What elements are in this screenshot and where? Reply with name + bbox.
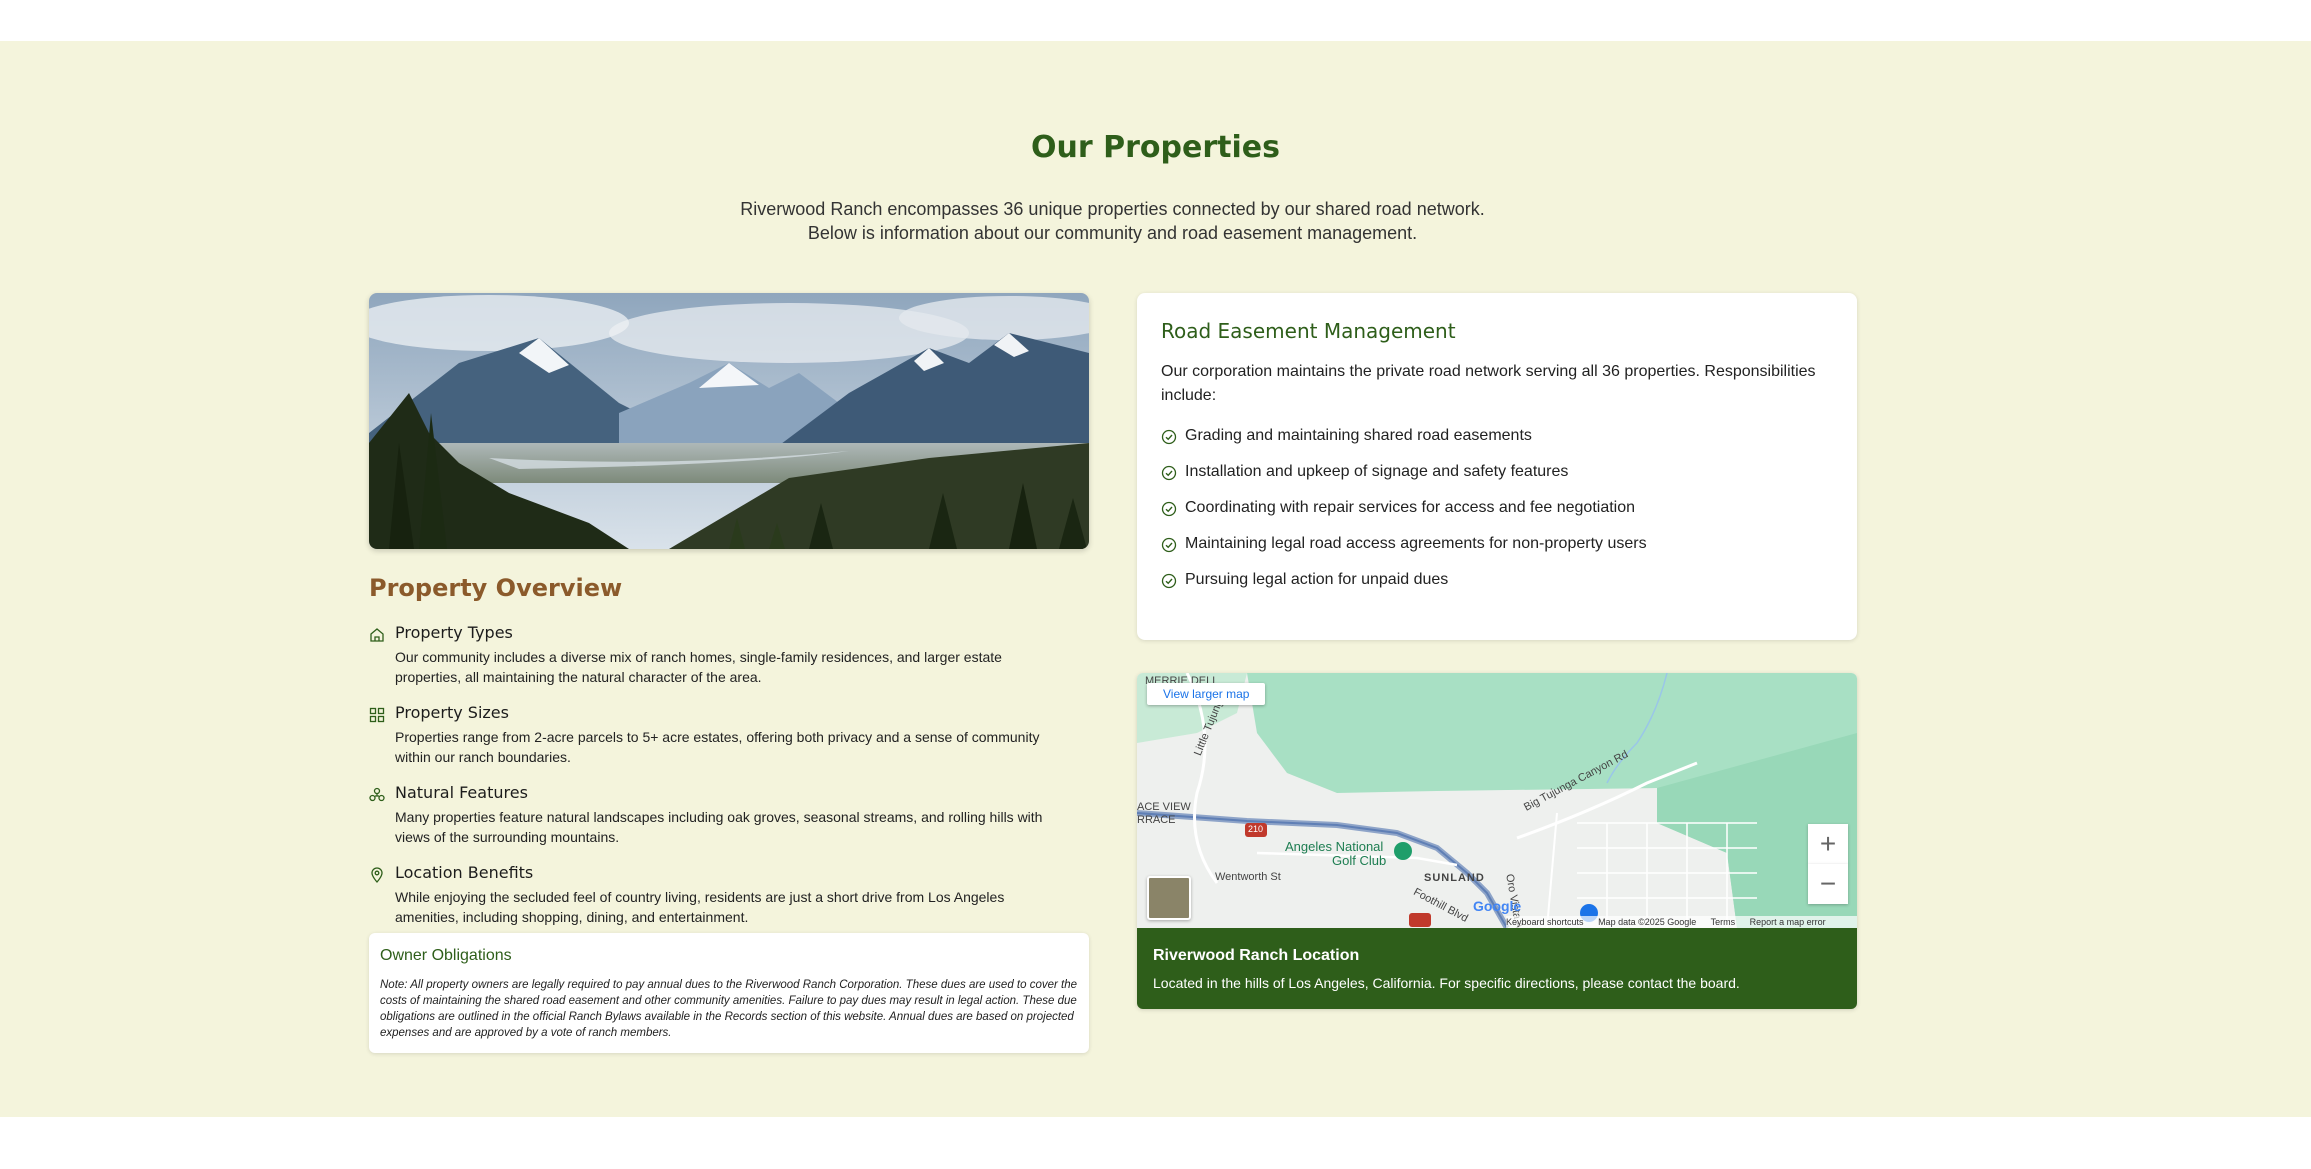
feature-title: Property Types	[395, 623, 513, 642]
report-error-link[interactable]: Report a map error	[1750, 917, 1826, 927]
section-intro: Riverwood Ranch encompasses 36 unique pr…	[740, 199, 1485, 243]
feature-title: Natural Features	[395, 783, 528, 802]
check-circle-icon	[1161, 573, 1177, 589]
map-card: ACE VIEW RRACE MERRIE DELL Angeles Natio…	[1137, 673, 1857, 1009]
map-data-text: Map data ©2025 Google	[1598, 917, 1697, 927]
feature-property-sizes: Property Sizes Properties range from 2-a…	[369, 703, 1089, 767]
obligations-note: Note: All property owners are legally re…	[380, 979, 1077, 1039]
feature-location-benefits: Location Benefits While enjoying the sec…	[369, 863, 1089, 927]
map-label: RRACE	[1137, 814, 1176, 826]
obligations-title: Owner Obligations	[380, 947, 512, 964]
overview-title: Property Overview	[369, 574, 623, 602]
map-pin-icon	[369, 867, 385, 883]
zoom-out-button[interactable]: −	[1808, 864, 1848, 904]
check-circle-icon	[1161, 465, 1177, 481]
feature-text: Our community includes a diverse mix of …	[395, 649, 1002, 685]
responsibility-text: Pursuing legal action for unpaid dues	[1185, 571, 1449, 588]
feature-text: While enjoying the secluded feel of coun…	[395, 889, 1005, 925]
highway-shield: 210	[1248, 824, 1264, 834]
section-title: Our Properties	[1031, 130, 1280, 165]
embedded-map[interactable]: ACE VIEW RRACE MERRIE DELL Angeles Natio…	[1137, 673, 1857, 928]
check-circle-icon	[1161, 501, 1177, 517]
map-footer-text: Located in the hills of Los Angeles, Cal…	[1153, 975, 1740, 991]
responsibility-item: Installation and upkeep of signage and s…	[1161, 461, 1833, 485]
road-easement-card: Road Easement Management Our corporation…	[1137, 293, 1857, 640]
satellite-toggle[interactable]	[1147, 876, 1191, 920]
zoom-in-button[interactable]: +	[1808, 824, 1848, 864]
road-easement-title: Road Easement Management	[1161, 319, 1456, 343]
responsibility-item: Maintaining legal road access agreements…	[1161, 533, 1833, 557]
map-label: ACE VIEW	[1137, 801, 1191, 813]
map-label: SUNLAND	[1424, 872, 1485, 884]
map-footer-title: Riverwood Ranch Location	[1153, 947, 1360, 964]
responsibility-item: Grading and maintaining shared road ease…	[1161, 425, 1833, 449]
terms-link[interactable]: Terms	[1711, 917, 1736, 927]
road-easement-description: Our corporation maintains the private ro…	[1161, 363, 1816, 404]
feature-title: Location Benefits	[395, 863, 534, 882]
grid-icon	[369, 707, 385, 723]
check-circle-icon	[1161, 537, 1177, 553]
map-label: Golf Club	[1332, 853, 1387, 868]
map-label: Angeles National	[1285, 839, 1384, 854]
map-label: Wentworth St	[1215, 871, 1281, 883]
feature-title: Property Sizes	[395, 703, 509, 722]
responsibility-item: Pursuing legal action for unpaid dues	[1161, 569, 1833, 593]
responsibility-text: Maintaining legal road access agreements…	[1185, 535, 1647, 552]
responsibility-item: Coordinating with repair services for ac…	[1161, 497, 1833, 521]
feature-natural-features: Natural Features Many properties feature…	[369, 783, 1089, 847]
responsibility-text: Installation and upkeep of signage and s…	[1185, 463, 1569, 480]
keyboard-shortcuts-link[interactable]: Keyboard shortcuts	[1506, 917, 1584, 927]
feature-text: Many properties feature natural landscap…	[395, 809, 1043, 845]
responsibility-text: Grading and maintaining shared road ease…	[1185, 427, 1532, 444]
google-logo: Google	[1473, 898, 1522, 914]
feature-text: Properties range from 2-acre parcels to …	[395, 729, 1040, 765]
owner-obligations-card: Owner Obligations Note: All property own…	[369, 933, 1089, 1053]
feature-property-types: Property Types Our community includes a …	[369, 623, 1089, 687]
responsibility-text: Coordinating with repair services for ac…	[1185, 499, 1636, 516]
tree-icon	[369, 787, 385, 803]
check-circle-icon	[1161, 429, 1177, 445]
mountain-landscape-image	[369, 293, 1089, 549]
map-attribution: Keyboard shortcuts Map data ©2025 Google…	[1506, 916, 1857, 928]
home-icon	[369, 627, 385, 643]
view-larger-map-link[interactable]: View larger map	[1147, 683, 1266, 705]
map-footer: Riverwood Ranch Location Located in the …	[1137, 928, 1857, 1009]
